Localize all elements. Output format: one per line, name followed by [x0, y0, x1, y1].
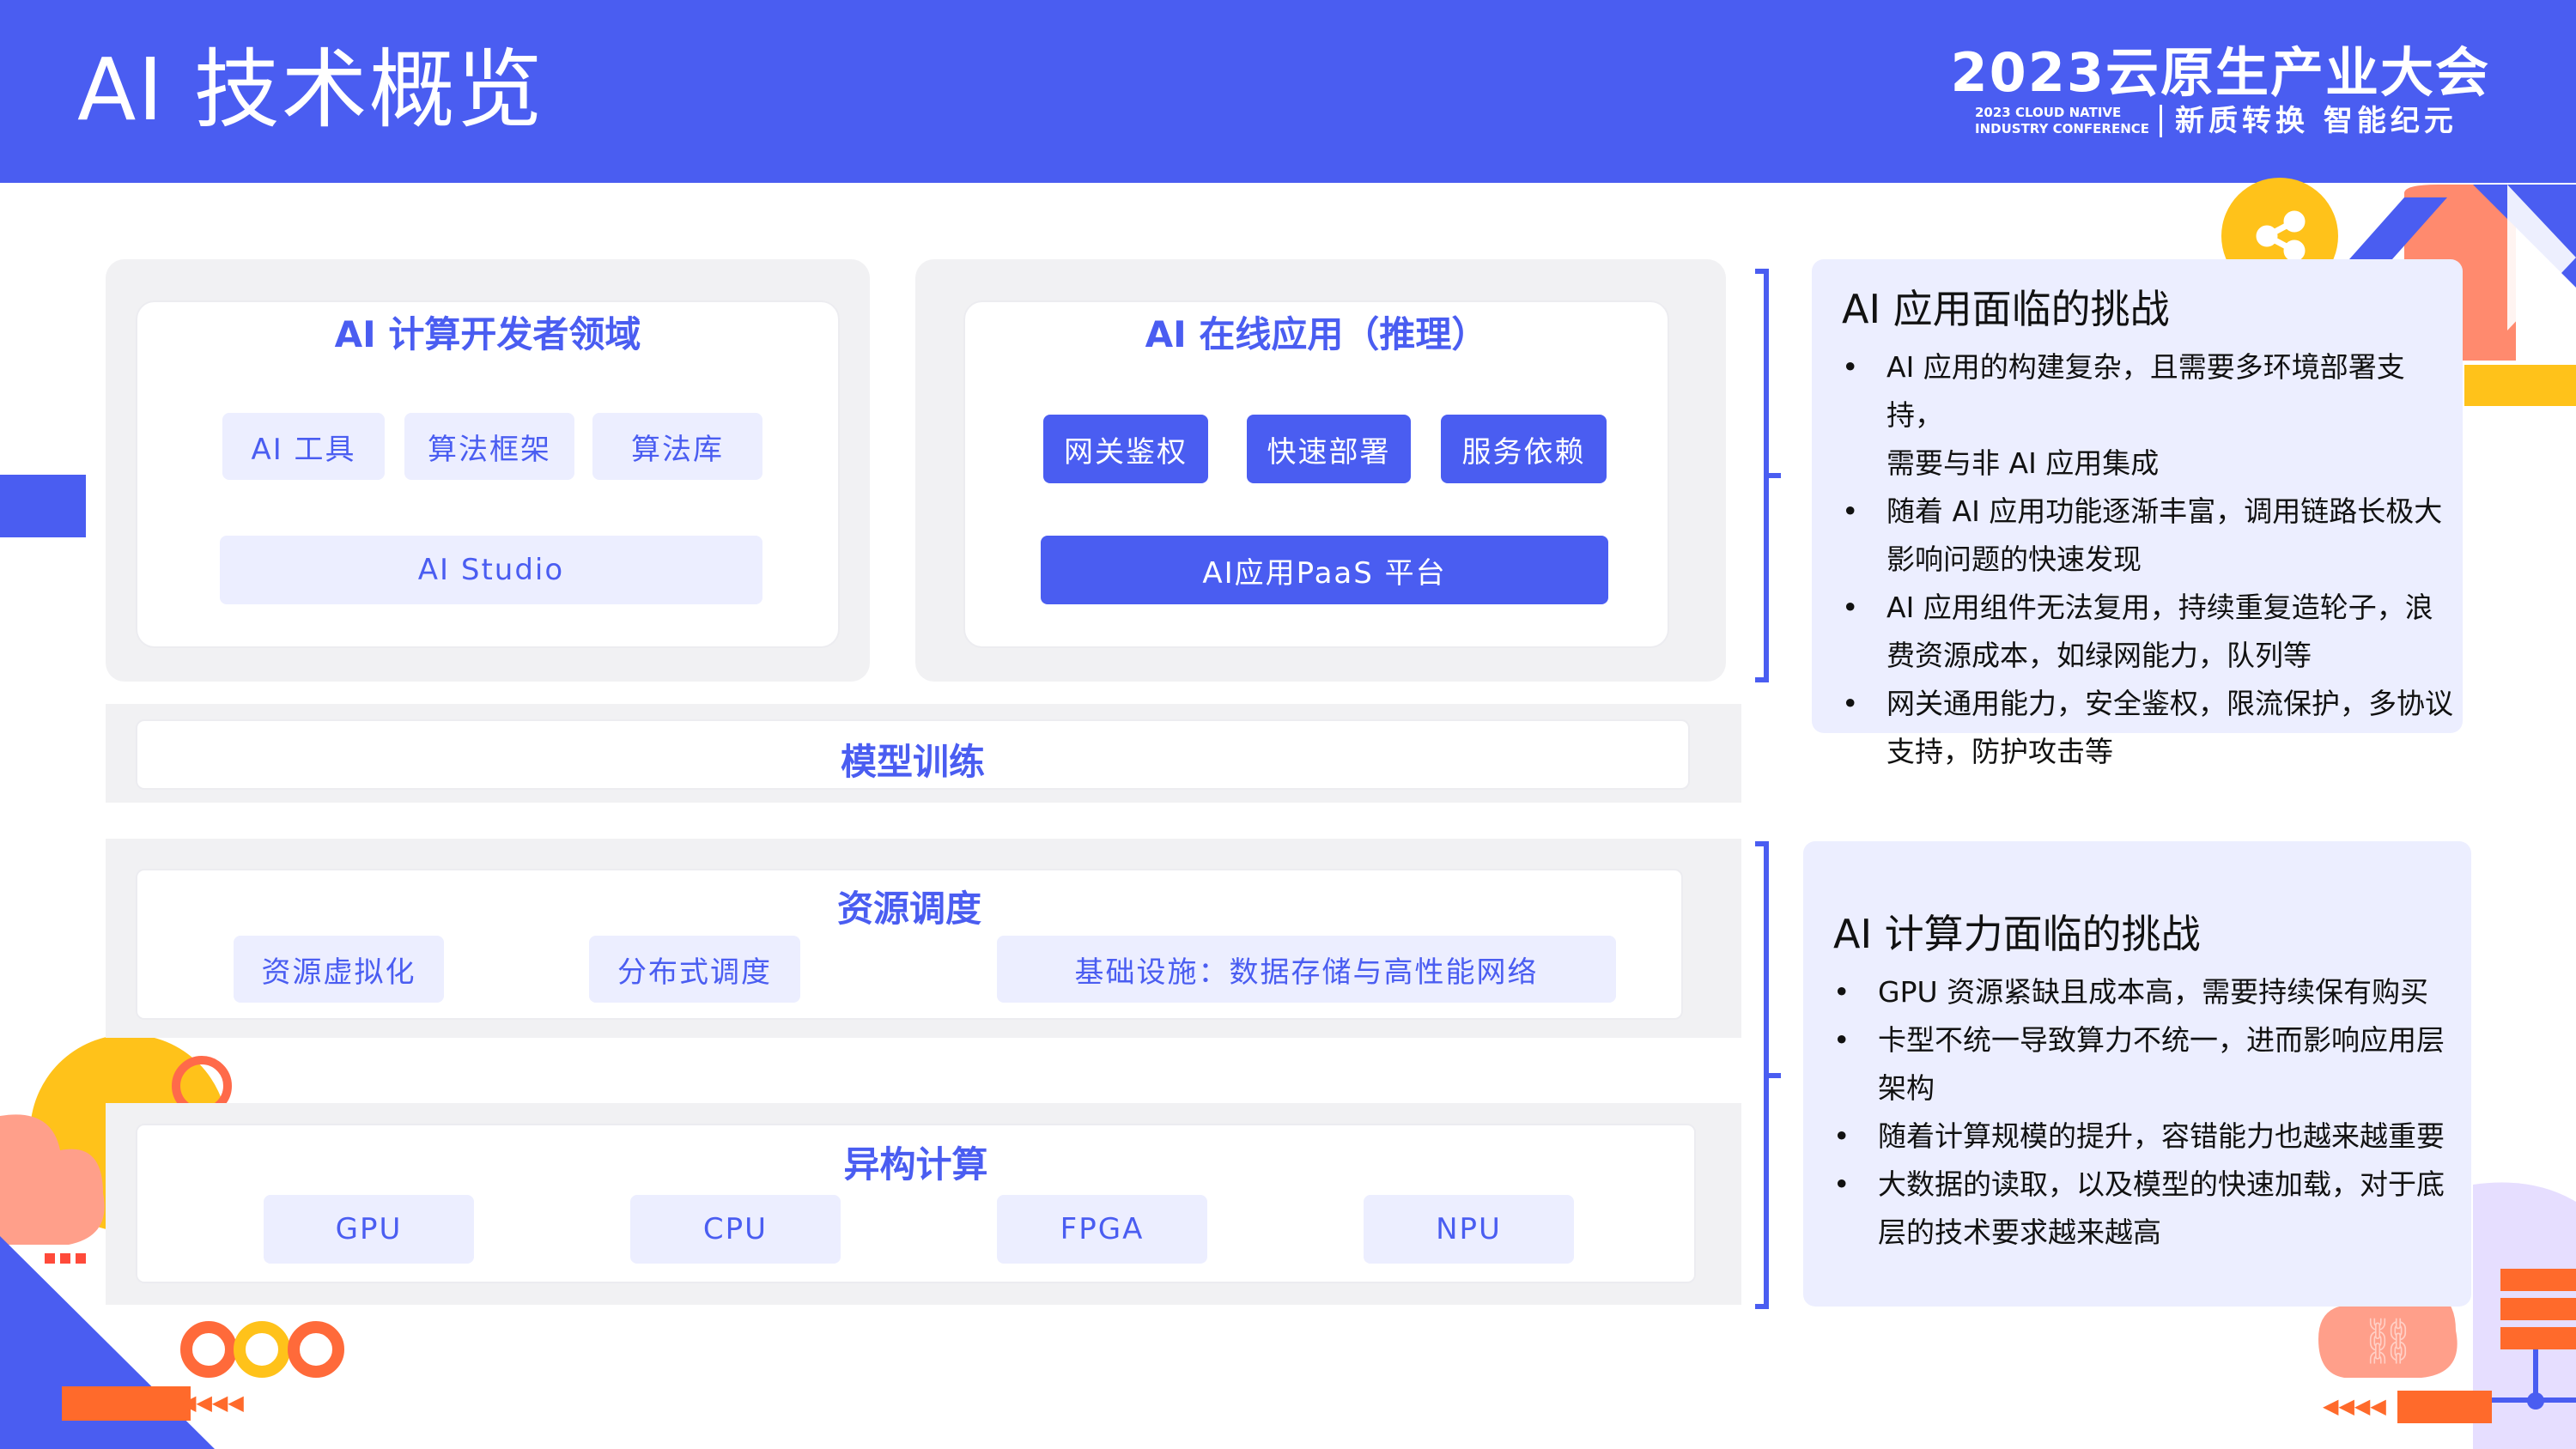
conference-title: 2023云原生产业大会	[1950, 41, 2490, 104]
app-challenge-item: AI 应用的构建复杂，且需要多环境部署支持，需要与非 AI 应用集成	[1842, 343, 2460, 488]
blue-corner-triangle-decoration	[2473, 185, 2576, 288]
ai-studio-chip[interactable]: AI Studio	[220, 536, 762, 604]
distributed-scheduling-chip[interactable]: 分布式调度	[589, 936, 800, 1003]
fast-deploy-chip[interactable]: 快速部署	[1247, 415, 1411, 483]
app-challenge-item: AI 应用组件无法复用，持续重复造轮子，浪费资源成本，如绿网能力，队列等	[1842, 584, 2460, 680]
heterogeneous-title: 异构计算	[843, 1143, 988, 1185]
ai-app-paas-chip[interactable]: AI应用PaaS 平台	[1041, 536, 1608, 604]
service-dependency-chip[interactable]: 服务依赖	[1441, 415, 1607, 483]
online-app-title: AI 在线应用（推理）	[1145, 313, 1488, 355]
share-icon	[2256, 210, 2306, 262]
orange-bar-decoration	[62, 1386, 191, 1421]
conference-english-name: 2023 CLOUD NATIVE INDUSTRY CONFERENCE	[1975, 105, 2155, 137]
app-challenge-bracket	[1755, 269, 1781, 682]
orange-rings-decoration	[180, 1321, 344, 1378]
compute-challenge-bracket	[1755, 841, 1781, 1309]
yellow-bar-decoration	[2464, 365, 2576, 406]
model-training-title: 模型训练	[840, 741, 985, 783]
resource-virtualization-chip[interactable]: 资源虚拟化	[234, 936, 444, 1003]
gateway-auth-chip[interactable]: 网关鉴权	[1043, 415, 1208, 483]
algorithm-library-chip[interactable]: 算法库	[592, 413, 762, 480]
compute-challenge-item: 卡型不统一导致算力不统一，进而影响应用层架构	[1833, 1016, 2469, 1113]
compute-challenges-list: GPU 资源紧缺且成本高，需要持续保有购买 卡型不统一导致算力不统一，进而影响应…	[1833, 968, 2469, 1257]
algorithm-framework-chip[interactable]: 算法框架	[404, 413, 574, 480]
page-title: AI 技术概览	[77, 39, 544, 140]
server-rack-decoration	[2490, 1269, 2576, 1410]
pink-cloud-decoration	[0, 1114, 105, 1245]
infrastructure-chip[interactable]: 基础设施：数据存储与高性能网络	[997, 936, 1616, 1003]
compute-challenge-item: 随着计算规模的提升，容错能力也越来越重要	[1833, 1113, 2469, 1161]
conference-separator	[2160, 105, 2162, 137]
dev-domain-title: AI 计算开发者领域	[334, 313, 641, 355]
svg-text:◀◀◀◀: ◀◀◀◀	[2323, 1394, 2386, 1418]
left-blue-bar-decoration	[0, 475, 86, 537]
app-challenge-item: 随着 AI 应用功能逐渐丰富，调用链路长极大影响问题的快速发现	[1842, 488, 2460, 584]
compute-challenge-item: GPU 资源紧缺且成本高，需要持续保有购买	[1833, 968, 2469, 1016]
svg-text:⛓: ⛓	[2360, 1316, 2416, 1367]
orange-bar-right-decoration	[2397, 1391, 2492, 1423]
conference-english-line1: 2023 CLOUD NATIVE	[1975, 105, 2122, 120]
fpga-chip[interactable]: FPGA	[997, 1195, 1207, 1264]
ai-tools-chip[interactable]: AI 工具	[222, 413, 385, 480]
conference-english-line2: INDUSTRY CONFERENCE	[1975, 121, 2150, 136]
compute-challenge-item: 大数据的读取，以及模型的快速加载，对于底层的技术要求越来越高	[1833, 1161, 2469, 1257]
app-challenges-list: AI 应用的构建复杂，且需要多环境部署支持，需要与非 AI 应用集成 随着 AI…	[1842, 343, 2460, 776]
lavender-shape-decoration	[2473, 1182, 2576, 1449]
cpu-chip[interactable]: CPU	[630, 1195, 841, 1264]
resource-scheduling-title: 资源调度	[836, 888, 981, 930]
app-challenges-title: AI 应用面临的挑战	[1842, 286, 2170, 332]
svg-text:◀◀◀◀: ◀◀◀◀	[180, 1391, 244, 1415]
npu-chip[interactable]: NPU	[1364, 1195, 1574, 1264]
compute-challenges-title: AI 计算力面临的挑战	[1833, 911, 2201, 957]
gpu-chip[interactable]: GPU	[264, 1195, 474, 1264]
conference-slogan: 新质转换 智能纪元	[2175, 104, 2458, 138]
app-challenge-item: 网关通用能力，安全鉴权，限流保护，多协议支持，防护攻击等	[1842, 680, 2460, 776]
